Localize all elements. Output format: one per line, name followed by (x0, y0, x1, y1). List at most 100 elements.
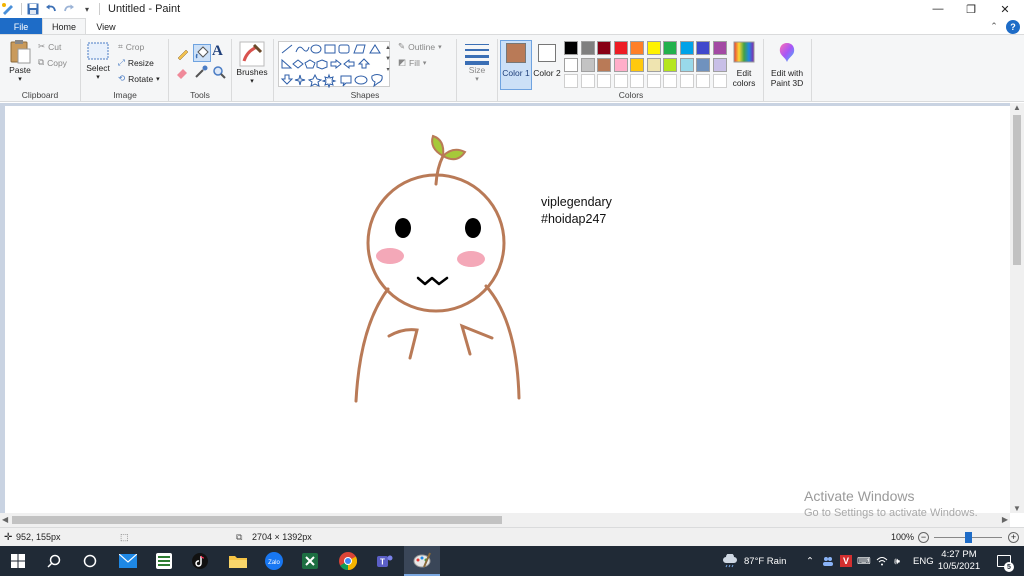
taskbar-zalo[interactable]: Zalo (256, 546, 292, 576)
palette-swatch[interactable] (597, 41, 611, 55)
brushes-dropdown-icon[interactable]: ▾ (250, 77, 254, 85)
eraser-tool[interactable] (175, 65, 191, 81)
palette-swatch[interactable] (613, 41, 628, 55)
rotate-dropdown-icon[interactable]: ▾ (156, 75, 160, 83)
vertical-scroll-thumb[interactable] (1013, 115, 1021, 265)
palette-swatch[interactable] (646, 41, 661, 55)
magnifier-tool[interactable] (212, 65, 228, 81)
tab-home[interactable]: Home (42, 18, 86, 35)
help-icon[interactable]: ? (1006, 20, 1020, 34)
palette-swatch[interactable] (564, 41, 578, 55)
custom-color-slot[interactable] (564, 74, 578, 88)
search-button[interactable] (36, 546, 72, 576)
clock[interactable]: 4:27 PM 10/5/2021 (938, 546, 980, 576)
brushes-button[interactable]: Brushes ▾ (234, 41, 270, 85)
color-picker-tool[interactable] (194, 65, 210, 81)
tab-view[interactable]: View (86, 18, 126, 35)
zoom-in-icon[interactable]: + (1008, 531, 1019, 543)
undo-icon[interactable] (43, 1, 59, 17)
custom-color-slot[interactable] (613, 74, 628, 88)
show-hidden-icons[interactable]: ⌃ (806, 546, 814, 576)
outline-button[interactable]: ✎ Outline ▾ (398, 41, 442, 52)
taskbar-chrome[interactable] (330, 546, 366, 576)
palette-swatch[interactable] (580, 57, 595, 72)
taskbar-teams[interactable]: T (366, 546, 402, 576)
palette-swatch[interactable] (613, 57, 628, 72)
palette-swatch[interactable] (564, 57, 578, 72)
palette-swatch[interactable] (646, 57, 661, 72)
custom-color-slot[interactable] (663, 74, 677, 88)
scroll-left-icon[interactable]: ◀ (2, 515, 8, 524)
palette-swatch[interactable] (696, 41, 710, 55)
paint-app-icon[interactable] (0, 1, 16, 17)
pencil-tool[interactable] (175, 45, 191, 61)
custom-color-slot[interactable] (646, 74, 661, 88)
custom-color-slot[interactable] (580, 74, 595, 88)
taskbar-paint[interactable] (404, 546, 440, 576)
collapse-ribbon-icon[interactable]: ⌃ (988, 20, 1000, 32)
save-icon[interactable] (25, 1, 41, 17)
custom-color-slot[interactable] (630, 74, 644, 88)
rotate-button[interactable]: ⟲ Rotate ▾ (118, 73, 160, 84)
text-tool-icon[interactable]: A (212, 43, 223, 60)
custom-color-slot[interactable] (712, 74, 727, 88)
horizontal-scroll-thumb[interactable] (12, 516, 502, 524)
taskbar-tiktok[interactable] (182, 546, 218, 576)
input-language[interactable]: ENG (913, 546, 934, 576)
scroll-down-icon[interactable]: ▼ (1013, 504, 1021, 513)
custom-color-slot[interactable] (679, 74, 694, 88)
palette-swatch[interactable] (597, 57, 611, 72)
close-button[interactable]: ✕ (988, 0, 1022, 18)
cortana-button[interactable] (72, 546, 108, 576)
palette-swatch[interactable] (679, 41, 694, 55)
paste-button[interactable]: Paste ▾ (6, 39, 34, 83)
palette-swatch[interactable] (712, 41, 727, 55)
tab-file[interactable]: File (0, 18, 42, 35)
palette-swatch[interactable] (630, 41, 644, 55)
edit-colors-button[interactable] (732, 41, 756, 63)
size-button[interactable]: Size ▾ (460, 41, 494, 83)
vpn-tray-icon[interactable]: V (840, 546, 852, 576)
palette-swatch[interactable] (663, 57, 677, 72)
fill-button[interactable]: ◩ Fill ▾ (398, 57, 426, 68)
select-dropdown-icon[interactable]: ▾ (96, 73, 100, 81)
redo-icon[interactable] (61, 1, 77, 17)
edit-with-paint3d-button[interactable] (774, 41, 800, 63)
restore-button[interactable]: ❐ (954, 0, 988, 18)
minimize-button[interactable]: — (921, 0, 955, 18)
palette-swatch[interactable] (663, 41, 677, 55)
taskbar-excel[interactable] (292, 546, 328, 576)
people-tray-icon[interactable] (822, 546, 834, 576)
taskbar-mail[interactable] (110, 546, 146, 576)
shapes-scroll-icon[interactable]: ▲ ▼ ▾ (385, 43, 391, 76)
taskbar-spreadsheet[interactable] (146, 546, 182, 576)
custom-color-slot[interactable] (597, 74, 611, 88)
action-center-button[interactable]: 5 (992, 546, 1016, 576)
volume-icon[interactable]: 🕪 (894, 546, 900, 576)
crop-button[interactable]: ⌗ Crop (118, 41, 144, 52)
cut-button[interactable]: ✂ Cut (38, 41, 61, 52)
weather-widget[interactable]: 87°F Rain (722, 546, 786, 576)
resize-button[interactable]: ⤢ Resize (118, 57, 154, 68)
zoom-slider-thumb[interactable] (965, 532, 972, 543)
shapes-gallery[interactable] (278, 41, 390, 89)
fill-tool[interactable] (193, 44, 211, 62)
palette-swatch[interactable] (580, 41, 595, 55)
scroll-up-icon[interactable]: ▲ (1013, 103, 1021, 112)
zoom-out-icon[interactable]: − (918, 531, 929, 543)
taskbar-file-explorer[interactable] (220, 546, 256, 576)
scroll-right-icon[interactable]: ▶ (1002, 515, 1008, 524)
start-button[interactable] (0, 546, 36, 576)
palette-swatch[interactable] (712, 57, 727, 72)
paste-dropdown-icon[interactable]: ▾ (18, 75, 22, 83)
palette-swatch[interactable] (630, 57, 644, 72)
palette-swatch[interactable] (679, 57, 694, 72)
custom-color-slot[interactable] (696, 74, 710, 88)
keyboard-tray-icon[interactable]: ⌨ (857, 546, 871, 576)
customize-toolbar-icon[interactable]: ▾ (79, 1, 95, 17)
select-button[interactable]: Select ▾ (84, 41, 112, 81)
drawing-canvas[interactable]: viplegendary #hoidap247 (5, 106, 1010, 514)
wifi-icon[interactable] (876, 546, 888, 576)
copy-button[interactable]: ⧉ Copy (38, 57, 67, 68)
palette-swatch[interactable] (696, 57, 710, 72)
